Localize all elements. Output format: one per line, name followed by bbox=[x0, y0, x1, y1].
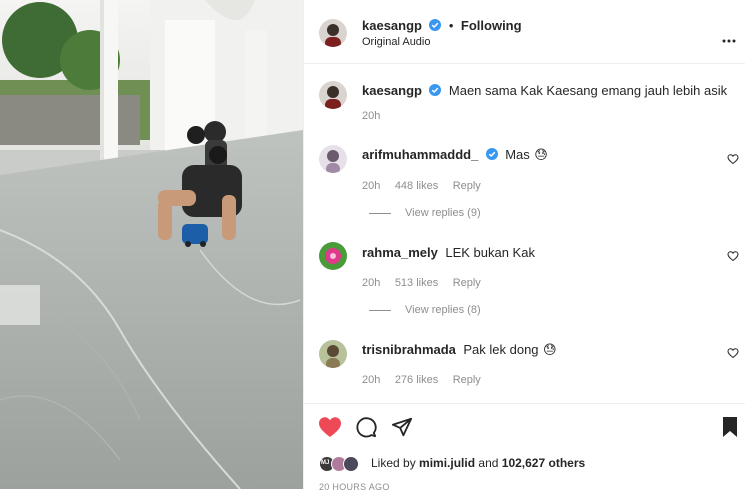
verified-badge-icon bbox=[429, 19, 442, 31]
dot-separator: • bbox=[448, 18, 454, 33]
post-panel: kaesangp • Following Original Audio kaes… bbox=[303, 0, 745, 492]
liked-by-prefix: Liked by bbox=[371, 456, 416, 470]
comment-text: Mas bbox=[505, 147, 530, 162]
comment-likes[interactable]: 448 likes bbox=[395, 180, 438, 192]
verified-badge-icon bbox=[429, 84, 442, 96]
divider bbox=[369, 212, 391, 214]
comment-username[interactable]: arifmuhammaddd_ bbox=[362, 147, 478, 162]
caption-author-avatar[interactable] bbox=[319, 81, 347, 109]
verified-badge-icon bbox=[485, 148, 498, 160]
video-frame bbox=[0, 0, 303, 489]
comment-likes[interactable]: 513 likes bbox=[395, 277, 438, 289]
liker-avatar[interactable] bbox=[343, 456, 359, 472]
author-avatar[interactable] bbox=[319, 19, 347, 47]
commenter-avatar[interactable] bbox=[319, 145, 347, 173]
following-button[interactable]: Following bbox=[461, 18, 522, 33]
comment-time: 20h bbox=[362, 277, 381, 289]
more-options-icon[interactable] bbox=[722, 30, 736, 48]
caption-time: 20h bbox=[362, 110, 381, 122]
sweat-emoji-icon: 😓 bbox=[543, 342, 557, 357]
comment-like-heart-icon[interactable] bbox=[727, 346, 739, 359]
liked-by-conj: and bbox=[478, 456, 499, 470]
reply-button[interactable]: Reply bbox=[453, 277, 481, 289]
comment-username[interactable]: trisnibrahmada bbox=[362, 342, 456, 357]
heart-filled-icon[interactable] bbox=[318, 416, 342, 443]
caption-username[interactable]: kaesangp bbox=[362, 83, 422, 98]
comment-icon[interactable] bbox=[355, 416, 377, 443]
liked-by-text: Liked by mimi.julid and 102,627 others bbox=[371, 456, 585, 470]
liked-by-user[interactable]: mimi.julid bbox=[419, 456, 475, 470]
comment-likes[interactable]: 276 likes bbox=[395, 374, 438, 386]
reply-button[interactable]: Reply bbox=[453, 374, 481, 386]
comment-like-heart-icon[interactable] bbox=[727, 152, 739, 165]
comment-text: LEK bukan Kak bbox=[445, 245, 535, 260]
comment-username[interactable]: rahma_mely bbox=[362, 245, 438, 260]
send-icon[interactable] bbox=[391, 416, 413, 443]
commenter-avatar[interactable] bbox=[319, 242, 347, 270]
view-replies-button[interactable]: View replies (8) bbox=[369, 304, 481, 316]
comment-time: 20h bbox=[362, 180, 381, 192]
comment-text: Pak lek dong bbox=[463, 342, 539, 357]
author-username[interactable]: kaesangp bbox=[362, 18, 422, 33]
divider bbox=[369, 309, 391, 311]
likes-count[interactable]: 102,627 others bbox=[502, 456, 585, 470]
post-header: kaesangp • Following Original Audio bbox=[304, 0, 745, 64]
action-bar: MJ Liked by mimi.julid and 102,627 other… bbox=[304, 403, 745, 492]
post-time-ago: 20 HOURS AGO bbox=[319, 482, 390, 492]
view-replies-button[interactable]: View replies (9) bbox=[369, 207, 481, 219]
caption-text: Maen sama Kak Kaesang emang jauh lebih a… bbox=[448, 83, 728, 98]
reply-button[interactable]: Reply bbox=[453, 180, 481, 192]
comment-like-heart-icon[interactable] bbox=[727, 249, 739, 262]
commenter-avatar[interactable] bbox=[319, 340, 347, 368]
bookmark-icon[interactable] bbox=[722, 416, 738, 443]
post-media[interactable] bbox=[0, 0, 303, 489]
audio-label[interactable]: Original Audio bbox=[362, 36, 431, 48]
comment-time: 20h bbox=[362, 374, 381, 386]
sweat-emoji-icon: 😓 bbox=[534, 147, 548, 162]
